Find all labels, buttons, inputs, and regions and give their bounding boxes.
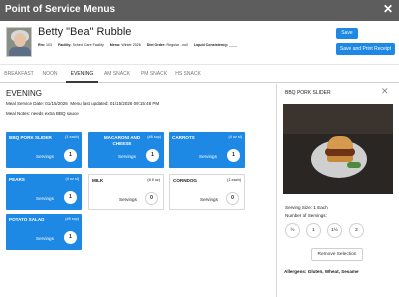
servings-count[interactable]: 1 <box>64 149 77 162</box>
servings-label: Servings <box>36 236 54 241</box>
resident-name: Betty "Bea" Rubble <box>38 26 132 38</box>
info-menu: Menu: Winter 2026 <box>109 43 141 47</box>
servings-count[interactable]: 1 <box>64 191 77 204</box>
save-button[interactable]: Save <box>336 28 358 39</box>
resident-photo <box>6 27 32 57</box>
info-facility: Facility: Sched Care Facility <box>58 43 104 47</box>
servings-count[interactable]: 1 <box>146 149 159 162</box>
menu-item-card[interactable]: PEARS (4 oz sl) Servings 1 <box>6 174 82 210</box>
servings-count[interactable]: 0 <box>226 192 239 205</box>
close-icon[interactable]: ✕ <box>383 2 393 16</box>
menu-updated-date: 01/15/2026 09:15:48 PM <box>109 101 160 106</box>
save-and-print-button[interactable]: Save and Print Receipt <box>336 43 395 55</box>
item-name: MILK <box>92 178 104 183</box>
item-portion: (1 each) <box>227 178 241 182</box>
window-titlebar: Point of Service Menus ✕ <box>0 0 399 21</box>
number-of-servings-label: Number of Servings: <box>285 213 327 218</box>
item-portion: (#8 scp) <box>65 217 79 221</box>
item-portion: (4 oz sl) <box>228 135 242 139</box>
resident-info: Rm: 103 Facility: Sched Care Facility Me… <box>38 43 242 47</box>
tab-evening[interactable]: EVENING <box>66 65 98 83</box>
food-photo <box>283 104 393 194</box>
item-portion: (1 each) <box>65 135 79 139</box>
servings-choice-half[interactable]: ½ <box>285 223 300 238</box>
meal-title: EVENING <box>6 89 43 98</box>
item-portion: (8 fl oz) <box>147 178 160 182</box>
menu-item-card[interactable]: MACARONI AND CHEESE (#8 scp) Servings 1 <box>88 132 164 168</box>
remove-selection-button[interactable]: Remove Selection <box>311 248 363 261</box>
servings-choice-1[interactable]: 1 <box>306 223 321 238</box>
servings-count[interactable]: 0 <box>145 192 158 205</box>
panel-divider <box>276 84 277 297</box>
item-portion: (#8 scp) <box>147 135 161 139</box>
serving-size-value: 1 Each <box>313 205 328 210</box>
info-diet-order: Diet Order: Regular - null <box>146 43 188 47</box>
servings-label: Servings <box>118 154 136 159</box>
item-name: CORNDOG <box>173 178 197 183</box>
allergens: Allergens: Gluten, Wheat, Sesame <box>284 269 359 274</box>
menu-item-card[interactable]: POTATO SALAD (#8 scp) Servings 1 <box>6 214 82 250</box>
item-name: CARROTS <box>172 135 195 140</box>
serving-size: Serving Size: 1 Each <box>285 205 328 210</box>
servings-label: Servings <box>199 154 217 159</box>
servings-choice-2[interactable]: 2 <box>349 223 364 238</box>
menu-item-card[interactable]: CARROTS (4 oz sl) Servings 1 <box>169 132 245 168</box>
tab-hs-snack[interactable]: HS SNACK <box>173 65 203 83</box>
close-icon[interactable]: ✕ <box>381 86 389 97</box>
menu-item-card[interactable]: CORNDOG (1 each) Servings 0 <box>169 174 245 210</box>
tab-noon[interactable]: NOON <box>38 65 62 83</box>
tab-breakfast[interactable]: BREAKFAST <box>2 65 36 83</box>
item-name: BBQ PORK SLIDER <box>9 135 52 140</box>
menu-item-card[interactable]: BBQ PORK SLIDER (1 each) Servings 1 <box>6 132 82 168</box>
item-name: MACARONI AND CHEESE <box>103 135 141 146</box>
item-portion: (4 oz sl) <box>65 177 79 181</box>
info-liquid-consistency: Liquid Consistency: ____ <box>193 43 238 47</box>
tab-pm-snack[interactable]: PM SNACK <box>138 65 170 83</box>
servings-choice-1-half[interactable]: 1½ <box>327 223 342 238</box>
tab-am-snack[interactable]: AM SNACK <box>100 65 134 83</box>
detail-title: BBQ PORK SLIDER <box>285 90 331 96</box>
servings-label: Servings <box>200 197 218 202</box>
meal-service-line: Meal Service Date: 01/15/2026 Menu last … <box>6 101 160 106</box>
menu-item-card[interactable]: MILK (8 fl oz) Servings 0 <box>88 174 164 210</box>
servings-count[interactable]: 1 <box>64 231 77 244</box>
item-name: PEARS <box>9 177 25 182</box>
resident-header: Betty "Bea" Rubble Rm: 103 Facility: Sch… <box>0 21 399 63</box>
servings-label: Servings <box>119 197 137 202</box>
servings-count[interactable]: 1 <box>227 149 240 162</box>
servings-label: Servings <box>36 154 54 159</box>
meal-notes: needs extra BBQ sauce <box>31 111 79 116</box>
window-title: Point of Service Menus <box>5 4 116 15</box>
servings-label: Servings <box>36 196 54 201</box>
info-room: Rm: 103 <box>38 43 52 47</box>
meal-service-date: 01/15/2026 <box>45 101 68 106</box>
item-name: POTATO SALAD <box>9 217 45 222</box>
meal-notes-line: Meal Notes: needs extra BBQ sauce <box>6 111 79 116</box>
meal-tabs: BREAKFAST NOON EVENING AM SNACK PM SNACK… <box>0 64 399 83</box>
